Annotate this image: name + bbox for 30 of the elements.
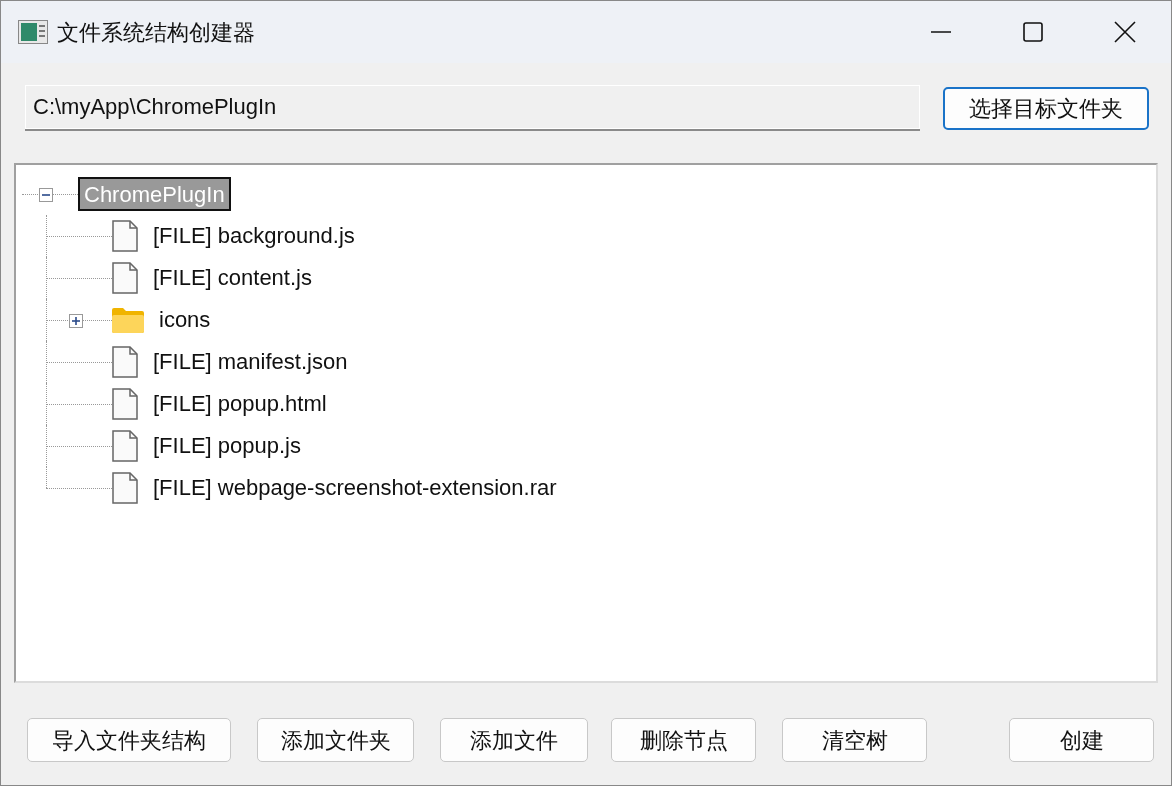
minimize-icon — [931, 31, 951, 33]
action-button[interactable]: 添加文件 — [440, 718, 588, 762]
file-icon — [112, 388, 138, 420]
collapse-toggle[interactable] — [39, 188, 53, 202]
window-title: 文件系统结构创建器 — [57, 18, 255, 47]
file-name[interactable]: [FILE] content.js — [148, 261, 317, 295]
file-name[interactable]: [FILE] manifest.json — [148, 345, 353, 379]
file-name[interactable]: [FILE] popup.html — [148, 387, 332, 421]
file-icon — [112, 220, 138, 252]
action-button[interactable]: 清空树 — [782, 718, 927, 762]
maximize-icon — [1023, 22, 1043, 42]
file-icon — [112, 472, 138, 504]
plus-icon — [70, 315, 82, 327]
expand-toggle[interactable] — [69, 314, 83, 328]
file-name[interactable]: [FILE] popup.js — [148, 429, 306, 463]
action-button[interactable]: 创建 — [1009, 718, 1154, 762]
select-folder-button[interactable]: 选择目标文件夹 — [943, 87, 1149, 130]
file-icon — [112, 346, 138, 378]
action-button[interactable]: 删除节点 — [611, 718, 756, 762]
close-icon — [1114, 21, 1136, 43]
action-button[interactable]: 导入文件夹结构 — [27, 718, 231, 762]
path-field[interactable]: C:\myApp\ChromePlugIn — [25, 85, 920, 131]
action-button[interactable]: 添加文件夹 — [257, 718, 414, 762]
folder-name[interactable]: icons — [154, 303, 216, 337]
file-name[interactable]: [FILE] background.js — [148, 219, 360, 253]
file-icon — [112, 262, 138, 294]
app-icon — [18, 20, 48, 44]
file-icon — [112, 430, 138, 462]
file-name[interactable]: [FILE] webpage-screenshot-extension.rar — [148, 471, 562, 505]
folder-icon — [112, 307, 144, 333]
